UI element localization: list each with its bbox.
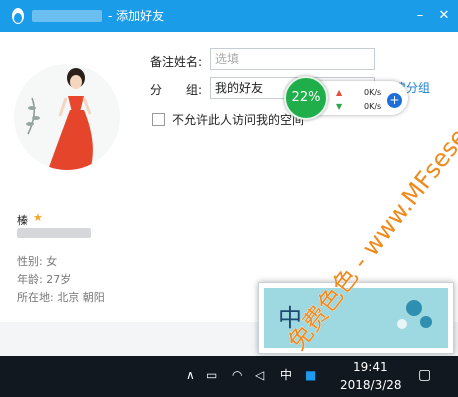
blurred-username xyxy=(32,10,102,22)
avatar-illustration xyxy=(26,68,93,170)
profile-panel: 榛 ★ 性别: 女 年龄: 27岁 所在地: 北京 朝阳 xyxy=(0,32,130,322)
hide-space-checkbox[interactable] xyxy=(152,113,165,126)
upload-arrow-icon: ▲ xyxy=(336,88,343,97)
close-button[interactable]: ✕ xyxy=(434,6,454,26)
nickname: 榛 xyxy=(17,214,28,227)
notification-icon[interactable]: ▢ xyxy=(418,368,431,382)
clock-time[interactable]: 19:41 xyxy=(353,360,388,374)
location-text: 所在地: 北京 朝阳 xyxy=(17,291,105,304)
ime-indicator[interactable]: 中 xyxy=(280,368,292,382)
volume-icon[interactable]: ◁ xyxy=(255,368,264,382)
age-text: 年龄: 27岁 xyxy=(17,273,72,286)
network-speed-widget[interactable]: 22% ▲ ▼ 0K/s 0K/s + xyxy=(282,76,410,120)
avatar[interactable] xyxy=(14,64,120,170)
memory-percent[interactable]: 22% xyxy=(284,76,328,120)
remark-input[interactable]: 选填 xyxy=(210,48,375,70)
thumbnail-image: 中 xyxy=(264,288,448,348)
star-icon: ★ xyxy=(33,211,43,224)
gender-text: 性别: 女 xyxy=(17,255,58,268)
upload-speed: 0K/s xyxy=(364,88,382,97)
show-hidden-icons-chevron[interactable]: ∧ xyxy=(186,368,195,382)
qq-tray-icon[interactable]: ■ xyxy=(305,368,316,382)
title-bar[interactable]: - 添加好友 – ✕ xyxy=(0,0,458,32)
clock-date[interactable]: 2018/3/28 xyxy=(340,378,402,392)
plus-icon[interactable]: + xyxy=(387,93,402,108)
minimize-button[interactable]: – xyxy=(410,6,430,26)
thumbnail-art xyxy=(397,300,432,329)
qq-penguin-icon xyxy=(12,8,24,24)
wifi-icon[interactable]: ◠ xyxy=(232,368,242,382)
remark-label: 备注姓名: xyxy=(150,55,203,69)
battery-icon[interactable]: ▭ xyxy=(206,368,217,382)
window-title: - 添加好友 xyxy=(108,9,165,23)
group-label-1: 分 xyxy=(150,83,163,97)
download-arrow-icon: ▼ xyxy=(336,102,343,111)
blurred-account-id xyxy=(17,228,91,238)
group-label-2: 组: xyxy=(186,83,203,97)
taskbar-thumbnail-preview[interactable]: 中 xyxy=(258,282,454,354)
download-speed: 0K/s xyxy=(364,102,382,111)
